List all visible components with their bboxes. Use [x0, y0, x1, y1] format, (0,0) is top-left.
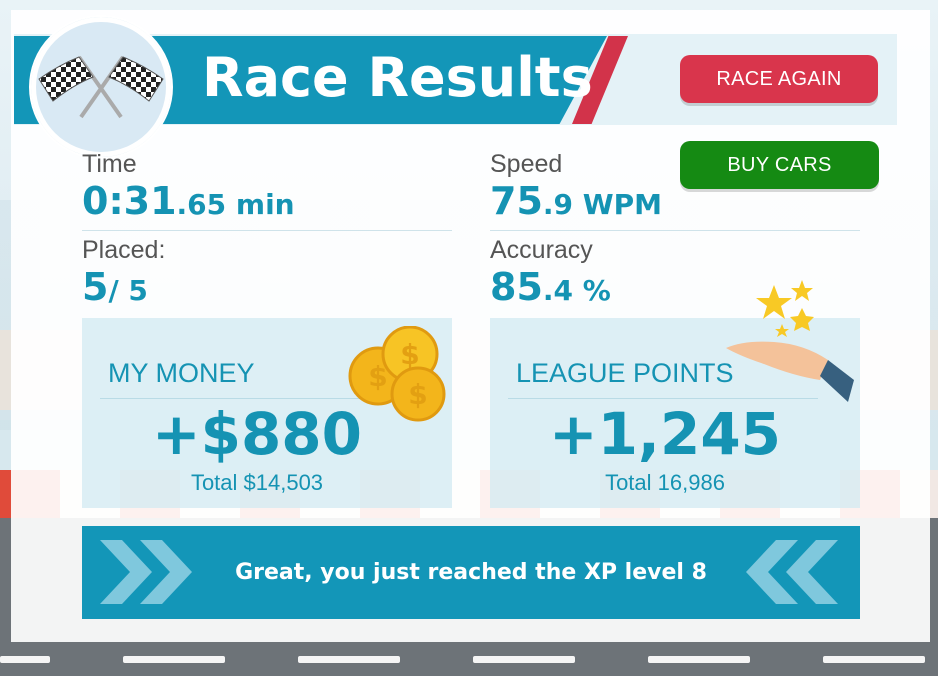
buy-cars-button[interactable]: BUY CARS	[680, 141, 879, 189]
divider	[82, 230, 452, 231]
divider	[490, 230, 860, 231]
money-total: Total $14,503	[190, 470, 324, 495]
hand-with-stars-icon	[724, 280, 856, 406]
lane-marking	[298, 656, 400, 663]
lane-marking	[123, 656, 225, 663]
speed-value: 75.9 WPM	[490, 179, 663, 223]
speed-label: Speed	[490, 150, 563, 178]
placed-value: 5/ 5	[82, 265, 148, 309]
lane-marking	[648, 656, 750, 663]
money-title: MY MONEY	[108, 358, 255, 388]
accuracy-label: Accuracy	[490, 236, 593, 264]
gold-coins-icon: $ $ $	[348, 325, 448, 422]
time-stat: Time 0:31.65 min	[82, 150, 295, 223]
speed-stat: Speed 75.9 WPM	[490, 150, 662, 223]
xp-message: Great, you just reached the XP level 8	[235, 560, 707, 585]
svg-text:$: $	[400, 338, 419, 371]
time-label: Time	[82, 150, 137, 178]
league-total: Total 16,986	[605, 470, 725, 495]
xp-banner: Great, you just reached the XP level 8	[82, 526, 860, 619]
lane-marking	[473, 656, 575, 663]
race-again-button[interactable]: RACE AGAIN	[680, 55, 878, 103]
chevron-left-icon	[746, 526, 846, 619]
league-title: LEAGUE POINTS	[516, 358, 734, 388]
lane-marking	[0, 656, 50, 663]
accuracy-stat: Accuracy 85.4 %	[490, 236, 611, 309]
checkered-flags-icon	[29, 15, 173, 159]
time-value: 0:31.65 min	[82, 179, 295, 223]
svg-text:$: $	[408, 378, 427, 411]
placed-stat: Placed: 5/ 5	[82, 236, 165, 309]
lane-marking	[823, 656, 925, 663]
placed-label: Placed:	[82, 236, 166, 264]
accuracy-value: 85.4 %	[490, 265, 611, 309]
page-title: Race Results	[202, 46, 593, 109]
league-amount: +1,245	[548, 400, 782, 468]
